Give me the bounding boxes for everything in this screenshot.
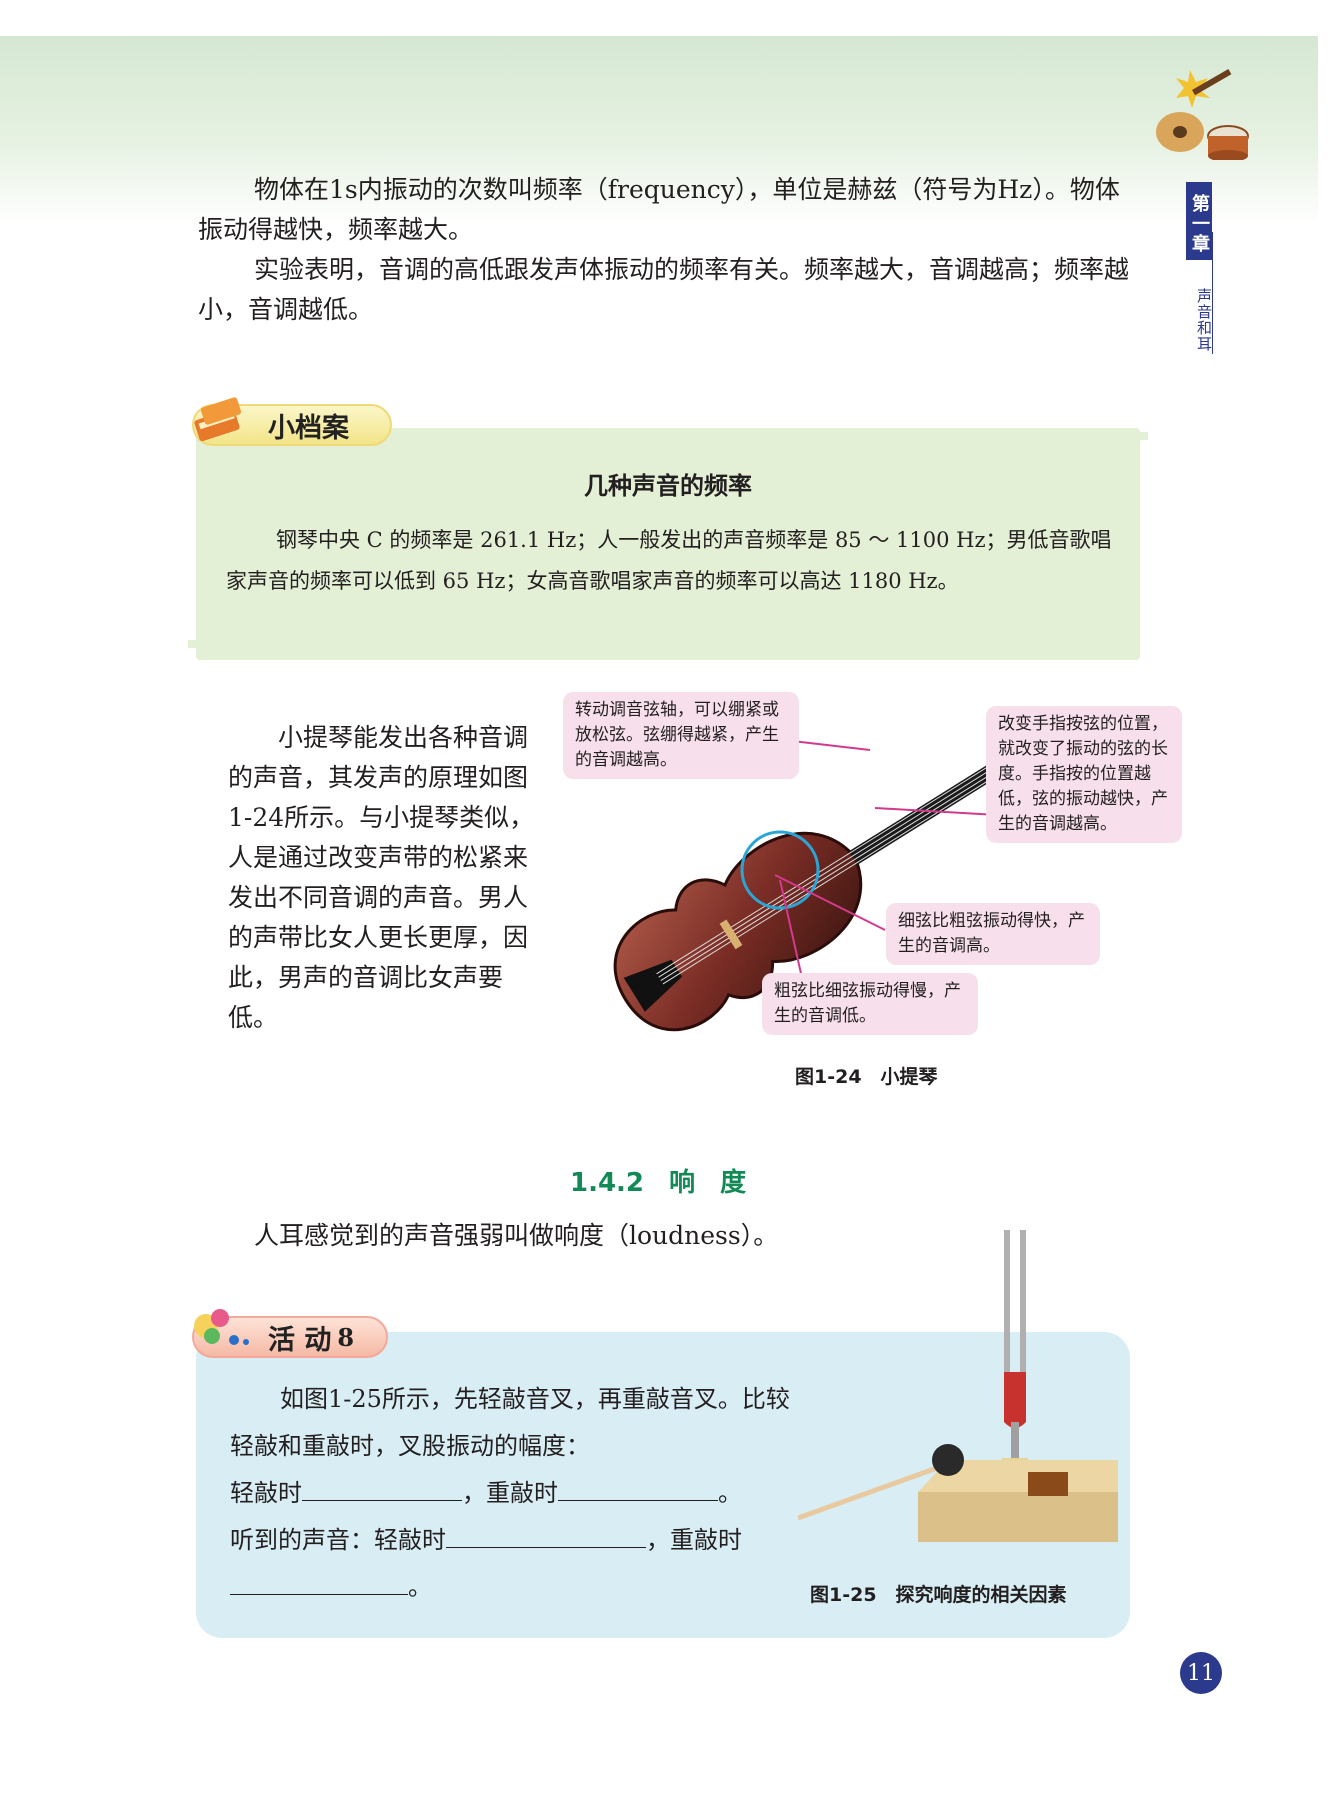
callout-finger: 改变手指按弦的位置，就改变了振动的弦的长度。手指按的位置越低，弦的振动越快，产生… xyxy=(986,706,1182,843)
violin-paragraph: 小提琴能发出各种音调的声音，其发声的原理如图1-24所示。与小提琴类似，人是通过… xyxy=(228,723,535,1032)
chapter-title: 声音和耳 xyxy=(1195,288,1213,352)
decor-dot xyxy=(1128,432,1136,440)
blank-light-sound[interactable] xyxy=(446,1523,646,1548)
activity-icon xyxy=(194,1309,249,1345)
guitar-drum-decoration xyxy=(1156,69,1249,160)
page-edge xyxy=(1318,36,1333,1800)
page-number: 11 xyxy=(1180,1652,1222,1694)
figure-caption-violin: 图1-24 小提琴 xyxy=(795,1066,938,1088)
archive-text: 钢琴中央 C 的频率是 261.1 Hz；人一般发出的声音频率是 85 ～ 11… xyxy=(226,528,1112,593)
decor-dot xyxy=(188,640,196,648)
frequency-definition: 物体在1s内振动的次数叫频率（frequency），单位是赫兹（符号为Hz）。物… xyxy=(198,175,1120,244)
chapter-tab: 第一章 xyxy=(1186,182,1212,260)
decor-dot xyxy=(1140,432,1148,440)
callout-peg: 转动调音弦轴，可以绷紧或放松弦。弦绷得越紧，产生的音调越高。 xyxy=(563,692,799,779)
pitch-frequency-relation: 实验表明，音调的高低跟发声体振动的频率有关。频率越大，音调越高；频率越小，音调越… xyxy=(198,255,1130,324)
activity-text: 如图1-25所示，先轻敲音叉，再重敲音叉。比较轻敲和重敲时，叉股振动的幅度： 轻… xyxy=(230,1376,790,1611)
callout-thick-string: 粗弦比细弦振动得慢，产生的音调低。 xyxy=(762,973,978,1035)
blank-heavy-sound[interactable] xyxy=(230,1570,408,1595)
intro-text: 物体在1s内振动的次数叫频率（frequency），单位是赫兹（符号为Hz）。物… xyxy=(198,170,1138,330)
figure-caption-tuning-fork: 图1-25 探究响度的相关因素 xyxy=(810,1584,1067,1606)
activity-fill-line-3: 。 xyxy=(230,1564,790,1611)
blank-heavy-amplitude[interactable] xyxy=(558,1476,718,1501)
decor-dot xyxy=(200,640,208,648)
section-heading: 1.4.2 响 度 xyxy=(570,1168,747,1198)
activity-instruction: 如图1-25所示，先轻敲音叉，再重敲音叉。比较轻敲和重敲时，叉股振动的幅度： xyxy=(230,1385,790,1460)
archive-title: 几种声音的频率 xyxy=(584,472,752,500)
activity-fill-line-2: 听到的声音：轻敲时 ，重敲时 xyxy=(230,1517,790,1564)
book-icon xyxy=(194,397,242,442)
tuning-fork-image xyxy=(798,1230,1118,1542)
callout-thin-string: 细弦比粗弦振动得快，产生的音调高。 xyxy=(886,903,1100,965)
activity-fill-line-1: 轻敲时 ，重敲时。 xyxy=(230,1470,790,1517)
blank-light-amplitude[interactable] xyxy=(302,1476,462,1501)
